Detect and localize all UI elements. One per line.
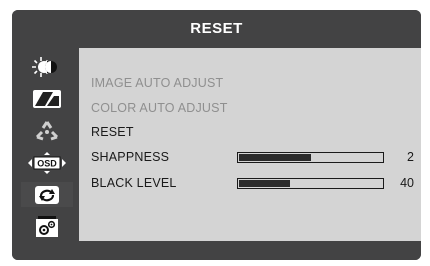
menu-item-image-auto-adjust[interactable]: IMAGE AUTO ADJUST	[91, 76, 223, 90]
bottom-band	[12, 241, 421, 260]
black-level-slider-fill	[239, 180, 290, 187]
sharpness-slider-fill	[239, 154, 311, 161]
setup-icon	[36, 215, 58, 237]
menu-title: RESET	[12, 10, 421, 48]
osd-menu: RESET OSD IMAGE AUTO ADJUST COLOR AUTO A…	[12, 10, 421, 260]
sidebar: OSD	[15, 48, 79, 240]
menu-item-black-level[interactable]: BLACK LEVEL	[91, 176, 177, 190]
sidebar-item-image[interactable]	[21, 86, 73, 111]
osd-icon: OSD	[28, 151, 66, 174]
menu-item-reset[interactable]: RESET	[91, 125, 134, 139]
black-level-slider[interactable]	[237, 178, 384, 189]
color-icon	[35, 120, 59, 140]
sharpness-slider[interactable]	[237, 152, 384, 163]
image-icon	[33, 89, 61, 108]
sidebar-item-setup[interactable]	[21, 214, 73, 239]
sidebar-item-osd[interactable]: OSD	[21, 150, 73, 175]
menu-item-color-auto-adjust[interactable]: COLOR AUTO ADJUST	[91, 101, 228, 115]
menu-item-sharpness[interactable]: SHAPPNESS	[91, 150, 169, 164]
brightness-contrast-icon	[32, 56, 57, 77]
menu-panel: IMAGE AUTO ADJUST COLOR AUTO ADJUST RESE…	[79, 48, 421, 241]
black-level-value: 40	[400, 176, 414, 190]
sidebar-item-color[interactable]	[21, 118, 73, 143]
sidebar-item-reset[interactable]	[21, 182, 73, 207]
osd-icon-label: OSD	[37, 158, 57, 168]
sidebar-item-brightness[interactable]	[21, 54, 73, 79]
reset-icon	[35, 185, 59, 204]
sharpness-value: 2	[407, 150, 414, 164]
